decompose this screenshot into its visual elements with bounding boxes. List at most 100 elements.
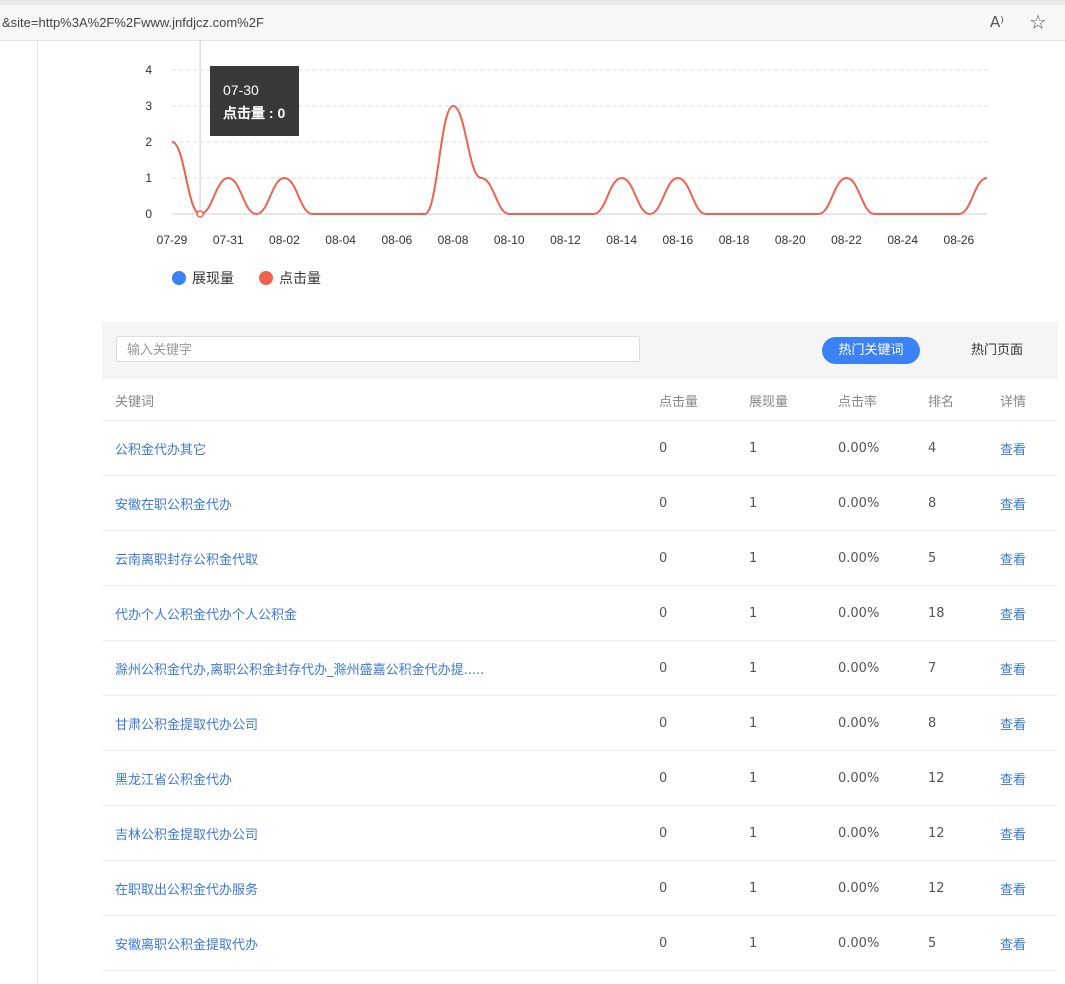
table-row: 吉林公积金提取代办公司 0 1 0.00% 12 查看 bbox=[102, 806, 1058, 861]
keyword-search-input[interactable] bbox=[116, 336, 640, 362]
keyword-link[interactable]: 在职取出公积金代办服务 bbox=[115, 861, 258, 915]
tooltip-point bbox=[196, 210, 204, 218]
ctr-value: 0.00% bbox=[838, 935, 880, 951]
view-detail-link[interactable]: 查看 bbox=[1000, 696, 1026, 750]
x-tick-label: 08-16 bbox=[663, 233, 694, 247]
legend-item-clicks[interactable]: 点击量 bbox=[259, 268, 321, 288]
rank-value: 12 bbox=[928, 825, 945, 841]
clicks-value: 0 bbox=[659, 605, 668, 621]
clicks-value: 0 bbox=[659, 825, 668, 841]
ctr-value: 0.00% bbox=[838, 440, 880, 456]
clicks-value: 0 bbox=[659, 770, 668, 786]
keyword-table: 关键词 点击量 展现量 点击率 排名 详情 公积金代办其它 0 1 0.00% 4 查看安… bbox=[102, 380, 1058, 971]
header-impressions: 展现量 bbox=[749, 394, 789, 410]
keyword-link[interactable]: 吉林公积金提取代办公司 bbox=[115, 806, 258, 860]
ctr-value: 0.00% bbox=[838, 880, 880, 896]
x-tick-label: 08-02 bbox=[269, 233, 300, 247]
impressions-value: 1 bbox=[749, 660, 758, 676]
keyword-link[interactable]: 黑龙江省公积金代办 bbox=[115, 751, 232, 805]
keyword-link[interactable]: 公积金代办其它 bbox=[115, 421, 206, 475]
impressions-value: 1 bbox=[749, 770, 758, 786]
rank-value: 4 bbox=[928, 440, 937, 456]
view-detail-link[interactable]: 查看 bbox=[1000, 421, 1026, 475]
legend-dot-icon bbox=[259, 271, 273, 285]
table-row: 云南离职封存公积金代取 0 1 0.00% 5 查看 bbox=[102, 531, 1058, 586]
x-tick-label: 08-08 bbox=[438, 233, 469, 247]
rank-value: 7 bbox=[928, 660, 937, 676]
table-row: 在职取出公积金代办服务 0 1 0.00% 12 查看 bbox=[102, 861, 1058, 916]
table-row: 甘肃公积金提取代办公司 0 1 0.00% 8 查看 bbox=[102, 696, 1058, 751]
view-detail-link[interactable]: 查看 bbox=[1000, 531, 1026, 585]
rank-value: 8 bbox=[928, 495, 937, 511]
y-tick-label: 0 bbox=[145, 207, 152, 221]
view-detail-link[interactable]: 查看 bbox=[1000, 476, 1026, 530]
ctr-value: 0.00% bbox=[838, 660, 880, 676]
x-tick-label: 08-10 bbox=[494, 233, 525, 247]
rank-value: 8 bbox=[928, 715, 937, 731]
keyword-toolbar: 热门关键词 热门页面 bbox=[102, 322, 1058, 379]
favorite-star-icon[interactable]: ☆ bbox=[1029, 10, 1047, 34]
clicks-value: 0 bbox=[659, 495, 668, 511]
hot-keywords-button[interactable]: 热门关键词 bbox=[822, 337, 920, 364]
keyword-link[interactable]: 安徽离职公积金提取代办 bbox=[115, 916, 258, 970]
keyword-link[interactable]: 安徽在职公积金代办 bbox=[115, 476, 232, 530]
view-detail-link[interactable]: 查看 bbox=[1000, 641, 1026, 695]
tooltip-value: 点击量 : 0 bbox=[223, 105, 286, 121]
view-detail-link[interactable]: 查看 bbox=[1000, 806, 1026, 860]
header-keyword: 关键词 bbox=[115, 394, 155, 410]
legend-item-impressions[interactable]: 展现量 bbox=[172, 268, 234, 288]
table-header: 关键词 点击量 展现量 点击率 排名 详情 bbox=[102, 380, 1058, 421]
y-tick-label: 4 bbox=[145, 63, 152, 77]
impressions-value: 1 bbox=[749, 880, 758, 896]
header-clicks: 点击量 bbox=[659, 394, 699, 410]
url-text[interactable]: &site=http%3A%2F%2Fwww.jnfdjcz.com%2F bbox=[2, 15, 264, 30]
ctr-value: 0.00% bbox=[838, 550, 880, 566]
rank-value: 5 bbox=[928, 935, 937, 951]
view-detail-link[interactable]: 查看 bbox=[1000, 586, 1026, 640]
legend-dot-icon bbox=[172, 271, 186, 285]
table-row: 滁州公积金代办,离职公积金封存代办_滁州盛嘉公积金代办提..... 0 1 0.00%… bbox=[102, 641, 1058, 696]
keyword-link[interactable]: 云南离职封存公积金代取 bbox=[115, 531, 258, 585]
y-tick-label: 2 bbox=[145, 135, 152, 149]
x-tick-label: 08-22 bbox=[831, 233, 862, 247]
address-bar[interactable]: &site=http%3A%2F%2Fwww.jnfdjcz.com%2F A⁾… bbox=[0, 5, 1065, 41]
rank-value: 5 bbox=[928, 550, 937, 566]
keyword-link[interactable]: 甘肃公积金提取代办公司 bbox=[115, 696, 258, 750]
tooltip-date: 07-30 bbox=[223, 82, 259, 98]
impressions-value: 1 bbox=[749, 825, 758, 841]
ctr-value: 0.00% bbox=[838, 605, 880, 621]
x-tick-label: 08-04 bbox=[325, 233, 356, 247]
table-row: 安徽在职公积金代办 0 1 0.00% 8 查看 bbox=[102, 476, 1058, 531]
read-aloud-icon[interactable]: A⁾ bbox=[990, 13, 1004, 31]
view-detail-link[interactable]: 查看 bbox=[1000, 751, 1026, 805]
ctr-value: 0.00% bbox=[838, 495, 880, 511]
keyword-link[interactable]: 滁州公积金代办,离职公积金封存代办_滁州盛嘉公积金代办提..... bbox=[115, 641, 484, 695]
ctr-value: 0.00% bbox=[838, 825, 880, 841]
impressions-value: 1 bbox=[749, 605, 758, 621]
x-tick-label: 08-12 bbox=[550, 233, 581, 247]
header-rank: 排名 bbox=[928, 394, 955, 410]
click-trend-chart: 0 1 2 3 4 07-29 07-31 08-02 08-04 08-06 08-08 08-10… bbox=[145, 40, 988, 247]
rank-value: 12 bbox=[928, 880, 945, 896]
clicks-value: 0 bbox=[659, 715, 668, 731]
keyword-link[interactable]: 代办个人公积金代办个人公积金 bbox=[115, 586, 297, 640]
y-tick-label: 1 bbox=[145, 171, 152, 185]
table-row: 公积金代办其它 0 1 0.00% 4 查看 bbox=[102, 421, 1058, 476]
x-tick-label: 07-31 bbox=[213, 233, 244, 247]
hot-pages-button[interactable]: 热门页面 bbox=[962, 337, 1032, 364]
x-tick-label: 08-24 bbox=[887, 233, 918, 247]
header-detail: 详情 bbox=[1000, 394, 1027, 410]
view-detail-link[interactable]: 查看 bbox=[1000, 916, 1026, 970]
x-tick-label: 08-18 bbox=[719, 233, 750, 247]
view-detail-link[interactable]: 查看 bbox=[1000, 861, 1026, 915]
rank-value: 18 bbox=[928, 605, 945, 621]
impressions-value: 1 bbox=[749, 550, 758, 566]
table-row: 代办个人公积金代办个人公积金 0 1 0.00% 18 查看 bbox=[102, 586, 1058, 641]
impressions-value: 1 bbox=[749, 935, 758, 951]
y-tick-label: 3 bbox=[145, 99, 152, 113]
impressions-value: 1 bbox=[749, 440, 758, 456]
ctr-value: 0.00% bbox=[838, 715, 880, 731]
chart-tooltip: 07-30 点击量 : 0 bbox=[210, 66, 299, 136]
legend-label: 展现量 bbox=[192, 271, 234, 287]
clicks-value: 0 bbox=[659, 880, 668, 896]
